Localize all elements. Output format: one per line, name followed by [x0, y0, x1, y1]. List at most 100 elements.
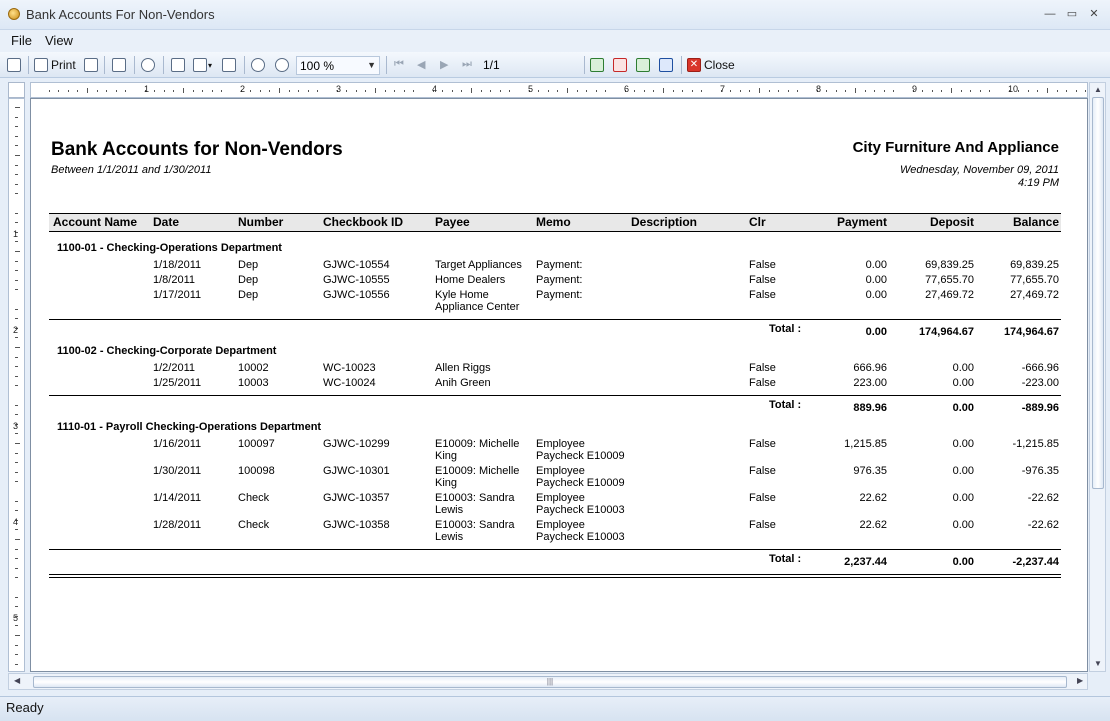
continuous-icon [222, 58, 236, 72]
ruler-tick [471, 88, 472, 93]
export-excel-button[interactable] [590, 56, 604, 74]
ruler-tick [15, 183, 18, 185]
column-header: Balance [1012, 215, 1059, 229]
multi-page-icon [193, 58, 207, 72]
cell-date: 1/2/2011 [153, 362, 196, 374]
cell-payee: Target Appliances [435, 259, 522, 271]
ruler-tick [586, 90, 588, 92]
cell-date: 1/28/2011 [153, 519, 202, 531]
total-balance: -2,237.44 [1012, 556, 1059, 568]
horizontal-scroll-thumb[interactable]: ||| [33, 676, 1067, 688]
multi-page-button[interactable]: ▾ [193, 56, 212, 74]
ruler-tick [221, 90, 223, 92]
ruler-tick [15, 471, 18, 473]
last-page-icon[interactable]: ⏭ [462, 58, 472, 71]
ruler-tick [317, 90, 319, 92]
cell-payee: E10003: Sandra [435, 492, 515, 504]
ruler-corner [8, 82, 25, 98]
menu-file[interactable]: File [11, 33, 32, 48]
toolbar-separator [584, 56, 585, 74]
page-setup-button[interactable] [84, 56, 98, 74]
scroll-right-icon[interactable]: ▶ [1077, 676, 1083, 685]
ruler-tick [1027, 90, 1029, 92]
export-pdf-button[interactable] [613, 56, 627, 74]
vertical-scrollbar[interactable]: ▲ ▼ [1089, 82, 1106, 672]
print-button[interactable]: Print [34, 56, 76, 74]
ruler-tick [67, 90, 69, 92]
copy-button[interactable] [112, 56, 126, 74]
ruler-tick [269, 90, 271, 92]
cell-date: 1/14/2011 [153, 492, 202, 504]
scroll-up-icon[interactable]: ▲ [1094, 85, 1102, 94]
ruler-tick [15, 337, 18, 339]
previous-page-icon[interactable]: ◀ [417, 58, 425, 71]
excel-icon [590, 58, 604, 72]
page-number-field[interactable]: 1/1 [480, 56, 580, 75]
ruler-tick [15, 539, 20, 540]
ruler-tick [557, 90, 559, 92]
cell-payee: Lewis [435, 531, 464, 543]
export-csv-button[interactable] [636, 56, 650, 74]
ruler-tick [77, 90, 79, 92]
zoom-in-button[interactable] [275, 56, 289, 74]
cell-balance: 27,469.72 [1010, 289, 1059, 301]
find-button[interactable] [141, 56, 155, 74]
close-report-button[interactable]: ✕ Close [687, 56, 735, 74]
maximize-button[interactable]: ▭ [1062, 5, 1082, 23]
toolbar-separator [244, 56, 245, 74]
cell-memo: Paycheck E10003 [536, 504, 625, 516]
close-window-button[interactable]: ✕ [1084, 5, 1104, 23]
report-page: Bank Accounts for Non-Vendors Between 1/… [30, 98, 1088, 672]
scroll-left-icon[interactable]: ◀ [14, 676, 20, 685]
toolbar-separator [163, 56, 164, 74]
report-date: Wednesday, November 09, 2011 [900, 164, 1059, 176]
menu-view[interactable]: View [45, 33, 73, 48]
group-total-line [49, 319, 1061, 320]
menu-bar: File View [0, 30, 1110, 52]
report-end-line [49, 577, 1061, 578]
ruler-tick [787, 90, 789, 92]
binoculars-icon [141, 58, 155, 72]
ruler-tick [989, 90, 991, 92]
scroll-down-icon[interactable]: ▼ [1094, 659, 1102, 668]
cell-number: 100098 [238, 465, 275, 477]
cell-checkbook-id: GJWC-10299 [323, 438, 390, 450]
ruler-tick [413, 90, 415, 92]
toggle-tree-button[interactable] [7, 56, 21, 74]
toolbar-separator [681, 56, 682, 74]
status-text: Ready [6, 700, 44, 715]
ruler-number: 1 [144, 84, 150, 94]
single-page-button[interactable] [171, 56, 185, 74]
cell-payee: King [435, 450, 458, 462]
cell-memo: Paycheck E10003 [536, 531, 625, 543]
cell-date: 1/18/2011 [153, 259, 202, 271]
horizontal-scrollbar[interactable]: ◀ ||| ▶ [8, 673, 1088, 690]
total-balance: 174,964.67 [1003, 326, 1059, 338]
report-time: 4:19 PM [1018, 177, 1059, 189]
ruler-tick [979, 90, 981, 92]
cell-payee: Allen Riggs [435, 362, 491, 374]
ruler-tick [1018, 90, 1020, 92]
next-page-icon[interactable]: ▶ [440, 58, 448, 71]
ruler-tick [1066, 90, 1068, 92]
ruler-tick [15, 404, 18, 406]
ruler-tick [15, 500, 18, 502]
cell-payee: Home Dealers [435, 274, 506, 286]
vertical-ruler: 1 2 3 4 5 [8, 98, 25, 675]
ruler-tick [739, 90, 741, 92]
continuous-button[interactable] [222, 56, 236, 74]
zoom-select[interactable]: 100 % ▼ [296, 56, 380, 75]
zoom-in-icon [275, 58, 289, 72]
ruler-tick [663, 88, 664, 93]
zoom-out-button[interactable] [251, 56, 265, 74]
minimize-button[interactable]: — [1040, 5, 1060, 23]
ruler-tick [15, 289, 18, 291]
column-header: Clr [749, 215, 766, 229]
ruler-tick [163, 90, 165, 92]
export-word-button[interactable] [659, 56, 673, 74]
cell-date: 1/8/2011 [153, 274, 196, 286]
ruler-tick [15, 462, 18, 464]
first-page-icon[interactable]: ⏮ [394, 58, 404, 71]
ruler-tick [15, 567, 18, 569]
vertical-scroll-thumb[interactable] [1092, 97, 1104, 489]
